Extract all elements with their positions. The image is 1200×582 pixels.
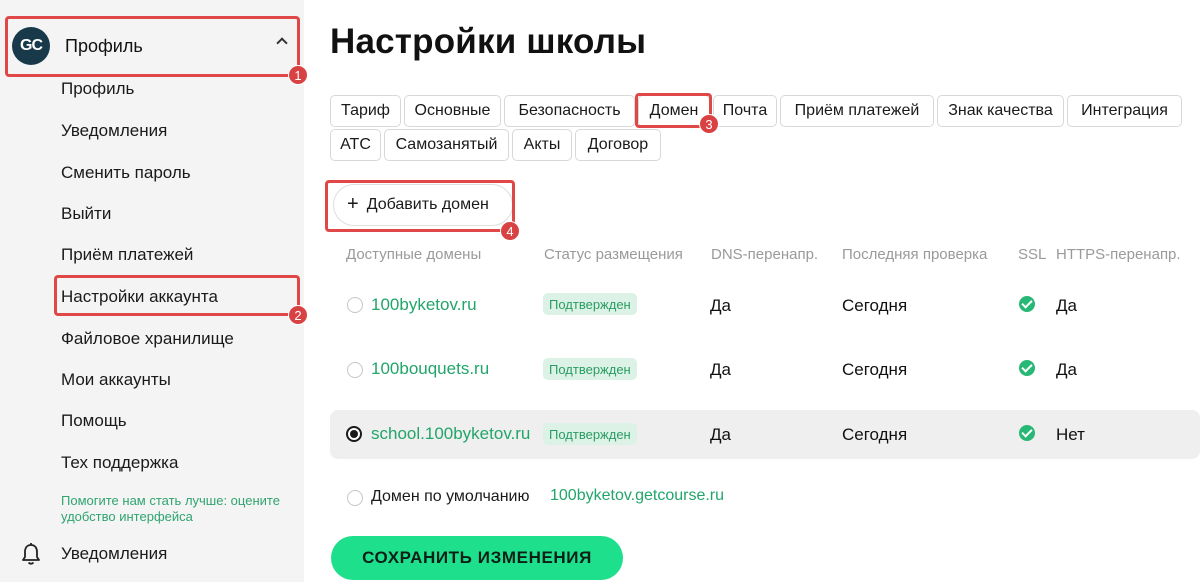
domain-link[interactable]: 100bouquets.ru xyxy=(371,359,489,379)
save-changes-button[interactable]: СОХРАНИТЬ ИЗМЕНЕНИЯ xyxy=(331,536,623,580)
avatar: GC xyxy=(12,27,50,65)
tab-integration[interactable]: Интеграция xyxy=(1067,95,1182,127)
domain-link[interactable]: 100byketov.ru xyxy=(371,295,477,315)
https-value: Да xyxy=(1056,360,1077,379)
sidebar-item-profile[interactable]: Профиль xyxy=(61,79,134,99)
status-badge: Подтвержден xyxy=(543,358,637,380)
col-header-dns: DNS-перенапр. xyxy=(711,246,819,263)
sidebar-item-tech-support[interactable]: Тех поддержка xyxy=(61,453,178,473)
tab-security[interactable]: Безопасность xyxy=(504,95,635,127)
dns-value: Да xyxy=(710,425,731,444)
page-title: Настройки школы xyxy=(330,22,647,61)
sidebar: GC Профиль Профиль Уведомления Сменить п… xyxy=(0,0,304,582)
tab-acts[interactable]: Акты xyxy=(512,129,572,161)
col-header-status: Статус размещения xyxy=(544,246,683,263)
sidebar-item-payments[interactable]: Приём платежей xyxy=(61,245,193,265)
bell-icon xyxy=(22,543,40,565)
domain-radio[interactable] xyxy=(347,297,363,313)
tab-contract[interactable]: Договор xyxy=(575,129,661,161)
notifications-label: Уведомления xyxy=(61,544,168,563)
tab-self-employed[interactable]: Самозанятый xyxy=(384,129,509,161)
tab-general[interactable]: Основные xyxy=(404,95,501,127)
col-header-ssl: SSL xyxy=(1018,246,1047,263)
annotation-number: 1 xyxy=(288,65,308,85)
annotation-number: 3 xyxy=(699,114,719,134)
col-header-domains: Доступные домены xyxy=(346,246,482,263)
sidebar-item-logout[interactable]: Выйти xyxy=(61,204,111,224)
ssl-check-icon xyxy=(1019,425,1035,441)
https-value: Да xyxy=(1056,296,1077,315)
feedback-hint-link[interactable]: Помогите нам стать лучше: оцените удобст… xyxy=(61,493,291,525)
domain-link[interactable]: school.100byketov.ru xyxy=(371,424,530,444)
sidebar-item-notifications[interactable]: Уведомления xyxy=(61,121,167,141)
sidebar-item-account-settings[interactable]: Настройки аккаунта xyxy=(61,287,218,307)
col-header-last-check: Последняя проверка xyxy=(842,246,988,263)
default-domain-radio[interactable] xyxy=(347,490,363,506)
ssl-check-icon xyxy=(1019,296,1035,312)
add-domain-button[interactable]: + Добавить домен xyxy=(333,184,513,226)
domain-radio-selected[interactable] xyxy=(346,426,362,442)
domain-radio[interactable] xyxy=(347,362,363,378)
tab-payments[interactable]: Приём платежей xyxy=(780,95,934,127)
annotation-number: 4 xyxy=(500,221,520,241)
sidebar-item-my-accounts[interactable]: Мои аккаунты xyxy=(61,370,171,390)
tab-mail[interactable]: Почта xyxy=(713,95,777,127)
add-domain-label: Добавить домен xyxy=(366,196,489,213)
annotation-number: 2 xyxy=(288,305,308,325)
status-badge: Подтвержден xyxy=(543,293,637,315)
tab-quality-mark[interactable]: Знак качества xyxy=(937,95,1064,127)
profile-menu-header[interactable]: GC Профиль xyxy=(8,20,300,72)
plus-icon: + xyxy=(347,192,359,215)
ssl-check-icon xyxy=(1019,360,1035,376)
notifications-row[interactable]: Уведомления xyxy=(20,542,167,566)
default-domain-label: Домен по умолчанию xyxy=(371,488,530,505)
tab-tariff[interactable]: Тариф xyxy=(330,95,401,127)
sidebar-item-file-storage[interactable]: Файловое хранилище xyxy=(61,329,234,349)
chevron-up-icon[interactable] xyxy=(276,37,288,49)
sidebar-item-help[interactable]: Помощь xyxy=(61,411,127,431)
profile-menu-label: Профиль xyxy=(65,35,143,56)
default-domain-link[interactable]: 100byketov.getcourse.ru xyxy=(550,487,724,505)
https-value: Нет xyxy=(1056,425,1085,444)
sidebar-item-change-password[interactable]: Сменить пароль xyxy=(61,163,191,183)
col-header-https: HTTPS-перенапр. xyxy=(1056,246,1181,263)
tab-ats[interactable]: АТС xyxy=(330,129,381,161)
last-check-value: Сегодня xyxy=(842,425,908,444)
last-check-value: Сегодня xyxy=(842,360,908,379)
last-check-value: Сегодня xyxy=(842,296,908,315)
dns-value: Да xyxy=(710,360,731,379)
dns-value: Да xyxy=(710,296,731,315)
status-badge: Подтвержден xyxy=(543,423,637,445)
